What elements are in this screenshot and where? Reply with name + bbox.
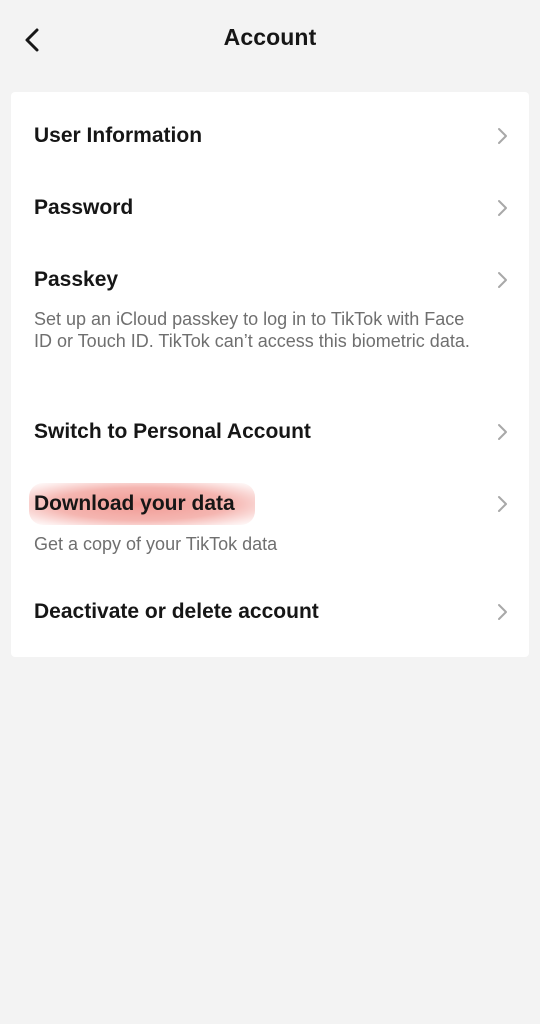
- switch-account-label: Switch to Personal Account: [34, 420, 311, 443]
- download-data-description: Get a copy of your TikTok data: [34, 534, 278, 554]
- chevron-right-icon: [498, 496, 507, 512]
- chevron-right-icon: [498, 128, 507, 144]
- user-information-label: User Information: [34, 124, 203, 147]
- user-information-row[interactable]: User Information: [11, 92, 529, 172]
- chevron-right-icon: [498, 200, 507, 216]
- chevron-right-icon: [498, 424, 507, 440]
- header-bar: Account: [0, 0, 540, 78]
- deactivate-delete-label: Deactivate or delete account: [34, 600, 319, 623]
- passkey-label: Passkey: [34, 268, 119, 291]
- chevron-right-icon: [498, 604, 507, 620]
- password-label: Password: [34, 196, 134, 219]
- account-settings-list: User Information Password Passkey Set up…: [11, 92, 529, 657]
- password-row[interactable]: Password: [11, 172, 529, 244]
- passkey-description: Set up an iCloud passkey to log in to Ti…: [34, 309, 470, 351]
- passkey-row[interactable]: Passkey Set up an iCloud passkey to log …: [11, 244, 529, 382]
- deactivate-delete-row[interactable]: Deactivate or delete account: [11, 572, 529, 657]
- download-data-row[interactable]: Download your data Get a copy of your Ti…: [11, 454, 529, 572]
- chevron-right-icon: [498, 272, 507, 288]
- page-title: Account: [223, 24, 317, 50]
- switch-account-row[interactable]: Switch to Personal Account: [11, 382, 529, 454]
- download-data-label: Download your data: [34, 492, 235, 515]
